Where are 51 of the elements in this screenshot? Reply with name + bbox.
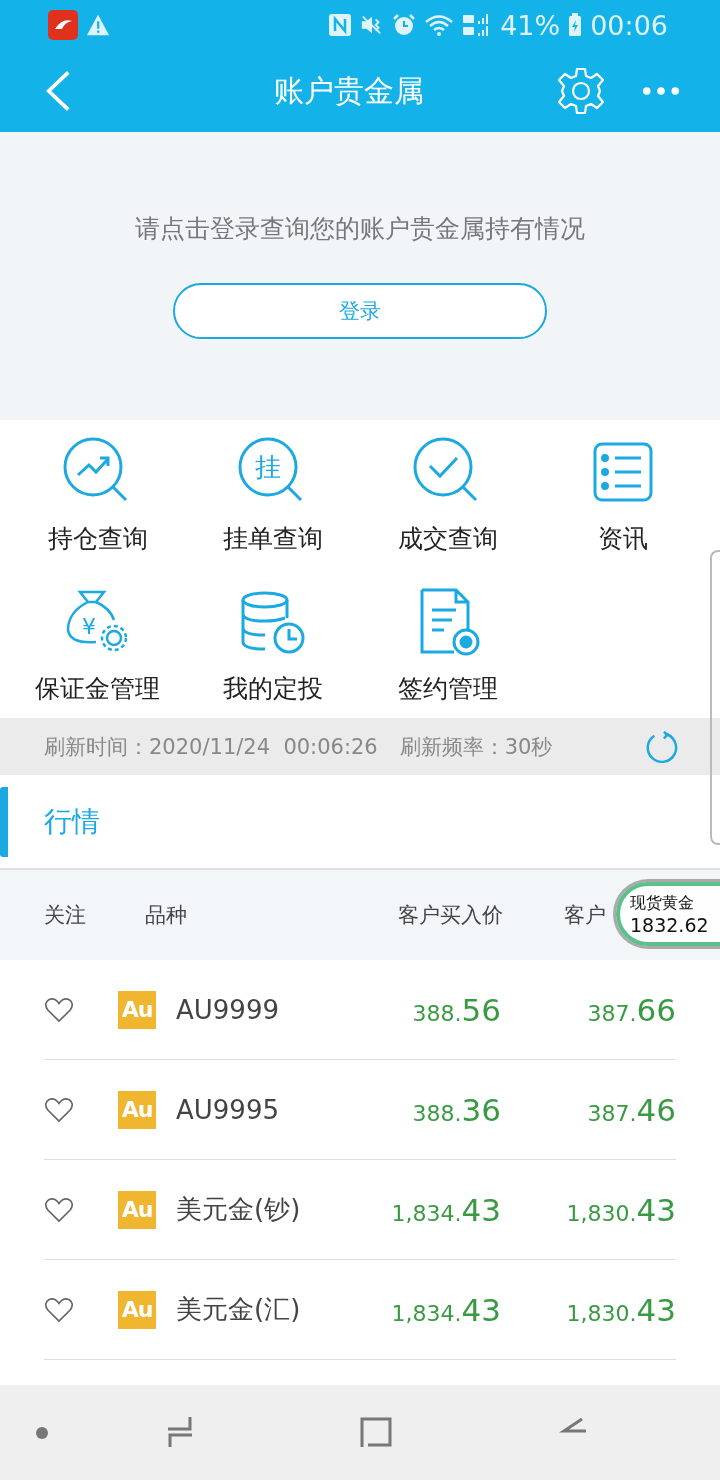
element-symbol-badge: Au bbox=[118, 1090, 156, 1129]
battery-charging-icon bbox=[568, 13, 583, 37]
shortcut-label[interactable]: 签约管理 bbox=[397, 672, 498, 705]
login-prompt: 请点击登录查询您的账户贵金属持有情况 bbox=[135, 213, 585, 245]
refresh-time: 刷新时间：2020/11/24 00:06:26 bbox=[44, 733, 378, 761]
wifi-icon bbox=[424, 13, 455, 37]
sell-price: 387.46 bbox=[587, 1091, 676, 1128]
edge-panel-handle[interactable] bbox=[710, 550, 720, 845]
product-name: AU9999 bbox=[176, 994, 279, 1025]
heart-icon[interactable] bbox=[44, 1196, 74, 1223]
column-header: 客户 bbox=[564, 902, 606, 929]
heart-icon[interactable] bbox=[44, 1096, 74, 1123]
shortcut-label[interactable]: 成交查询 bbox=[397, 522, 498, 555]
buy-price: 1,834.43 bbox=[391, 1291, 501, 1328]
quote-price: 1832.62 bbox=[630, 913, 710, 936]
column-header: 客户买入价 bbox=[398, 902, 503, 929]
product-name: 美元金(汇) bbox=[176, 1293, 301, 1326]
battery-percentage: 41% bbox=[500, 9, 561, 41]
buy-price: 388.36 bbox=[412, 1091, 501, 1128]
nfc-icon bbox=[328, 13, 353, 37]
alarm-icon bbox=[392, 13, 417, 37]
buy-price: 1,834.43 bbox=[391, 1191, 501, 1228]
clock-time: 00:06 bbox=[590, 9, 668, 41]
refresh-icon[interactable] bbox=[644, 729, 678, 764]
page-title: 账户贵金属 bbox=[273, 71, 425, 110]
element-symbol-badge: Au bbox=[118, 990, 156, 1029]
heart-icon[interactable] bbox=[44, 1296, 74, 1323]
sell-price: 1,830.43 bbox=[566, 1291, 676, 1328]
column-header: 关注 bbox=[44, 902, 86, 929]
app-notification-icon bbox=[48, 10, 78, 40]
settings-icon[interactable] bbox=[556, 66, 606, 116]
sell-price: 1,830.43 bbox=[566, 1191, 676, 1228]
shortcut-label[interactable]: 资讯 bbox=[597, 522, 648, 555]
shortcut-label[interactable]: 保证金管理 bbox=[35, 672, 160, 705]
shortcut-label[interactable]: 我的定投 bbox=[222, 672, 323, 705]
refresh-frequency: 刷新频率：30秒 bbox=[399, 733, 554, 761]
product-name: AU9995 bbox=[176, 1094, 279, 1125]
back-icon[interactable] bbox=[44, 68, 72, 114]
buy-price: 388.56 bbox=[412, 991, 501, 1028]
heart-icon[interactable] bbox=[44, 996, 74, 1023]
element-symbol-badge: Au bbox=[118, 1190, 156, 1229]
shortcut-label[interactable]: 持仓查询 bbox=[47, 522, 148, 555]
floating-quote[interactable]: 现货黄金 1832.62 bbox=[616, 882, 720, 946]
element-symbol-badge: Au bbox=[118, 1290, 156, 1329]
column-header: 品种 bbox=[145, 902, 187, 929]
warning-icon bbox=[86, 13, 110, 37]
product-name: 美元金(钞) bbox=[176, 1193, 301, 1226]
more-icon[interactable] bbox=[642, 86, 680, 96]
shortcut-label[interactable]: 挂单查询 bbox=[222, 522, 323, 555]
quote-label: 现货黄金 bbox=[630, 892, 695, 914]
sell-price: 387.66 bbox=[587, 991, 676, 1028]
